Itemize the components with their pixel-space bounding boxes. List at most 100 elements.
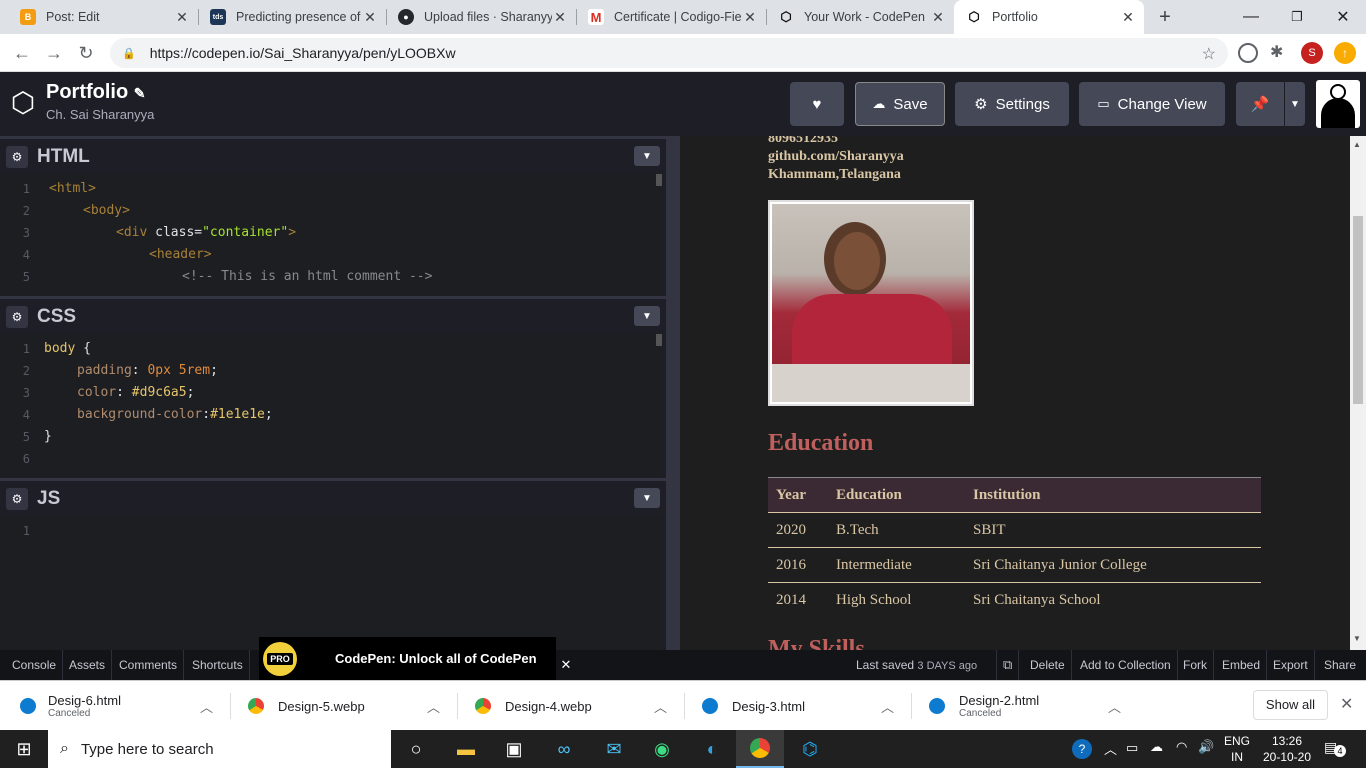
chevron-up-icon[interactable]: ▲ [1353,140,1361,149]
update-icon[interactable]: ↑ [1334,42,1356,64]
close-icon[interactable]: ✕ [552,9,568,26]
file-explorer-icon[interactable]: ▬ [442,730,490,768]
export-button[interactable]: Export [1267,650,1315,680]
pen-title[interactable]: Portfolio [46,81,128,103]
download-item[interactable]: Desig-3.html ︿ [702,681,902,731]
star-icon[interactable]: ☆ [1202,44,1216,64]
change-view-button[interactable]: ▭ Change View [1079,82,1225,126]
scrollbar[interactable] [656,174,662,186]
assets-button[interactable]: Assets [63,650,113,680]
chevron-up-icon[interactable]: ︿ [427,697,440,716]
tab-predicting[interactable]: tds Predicting presence of ✕ [198,0,386,34]
extension-icon[interactable] [1238,43,1258,63]
codepen-logo-icon[interactable]: ⬡ [8,88,38,118]
minimize-button[interactable]: — [1228,0,1274,34]
close-icon[interactable]: ✕ [558,657,574,673]
close-icon[interactable]: ✕ [742,9,758,26]
new-tab-button[interactable]: + [1152,4,1178,30]
html-code-editor[interactable]: 1 <html> 2 <body> 3 <div class="container">… [0,174,662,295]
close-icon[interactable]: ✕ [1340,694,1353,714]
chevron-down-icon[interactable]: ▼ [634,488,660,508]
notifications-icon[interactable]: ▤ 4 [1324,739,1346,757]
puzzle-icon[interactable]: ✱ [1270,42,1283,62]
url-input[interactable]: 🔒 https://codepen.io/Sai_Sharanyya/pen/y… [110,38,1228,68]
download-item[interactable]: Desig-6.html Canceled ︿ [20,681,220,731]
chevron-up-icon[interactable]: ︿ [200,697,213,716]
embed-button[interactable]: Embed [1216,650,1268,680]
windows-start-icon[interactable]: ⊞ [0,730,48,768]
close-icon[interactable]: ✕ [174,9,190,26]
scrollbar[interactable] [656,334,662,346]
gear-icon[interactable]: ⚙ [6,145,28,168]
pencil-icon[interactable]: ✎ [134,85,146,101]
battery-icon[interactable]: ▭ [1126,740,1138,756]
settings-button[interactable]: ⚙ Settings [955,82,1069,126]
tab-post-edit[interactable]: B Post: Edit ✕ [8,0,198,34]
download-item[interactable]: Design-5.webp ︿ [248,681,448,731]
taskbar-search[interactable]: ⌕ Type here to search [48,730,391,768]
cortana-icon[interactable]: ○ [392,730,440,768]
chevron-down-icon[interactable]: ▼ [634,306,660,326]
download-item[interactable]: Design-4.webp ︿ [475,681,675,731]
maximize-button[interactable]: ❐ [1274,0,1320,34]
close-icon[interactable]: ✕ [1120,9,1136,26]
chrome-icon[interactable] [736,730,784,768]
avatar[interactable]: S [1301,42,1323,64]
pin-dropdown-button[interactable]: ▼ [1285,82,1305,126]
gear-icon[interactable]: ⚙ [6,487,28,510]
show-all-button[interactable]: Show all [1253,690,1328,720]
promo-text: CodePen: Unlock all of CodePen [335,651,537,666]
back-button[interactable]: ← [10,41,34,65]
network-icon[interactable]: ☁ [1150,739,1163,755]
download-item[interactable]: Design-2.html Canceled ︿ [929,681,1129,731]
gear-icon[interactable]: ⚙ [6,305,28,328]
chevron-down-icon[interactable]: ▼ [634,146,660,166]
infinity-app-icon[interactable]: ∞ [540,730,588,768]
chevron-up-icon[interactable]: ︿ [1108,697,1121,716]
vscode-icon[interactable]: ⌬ [786,730,834,768]
page-title[interactable]: Portfolio ✎ [46,81,146,104]
scrollbar-thumb[interactable] [1353,216,1363,404]
fork-button[interactable]: Fork [1177,650,1214,680]
share-button[interactable]: Share [1318,650,1362,680]
user-avatar[interactable] [1316,80,1360,128]
table-cell: 2016 [776,556,806,573]
console-button[interactable]: Console [6,650,64,680]
save-button[interactable]: ☁ Save [855,82,945,126]
delete-button[interactable]: Delete [1024,650,1072,680]
input-language[interactable]: ENG IN [1224,733,1250,765]
pin-button[interactable]: 📌 [1236,82,1284,126]
css-code-editor[interactable]: 1 body { 2 padding: 0px 5rem; 3 color: #d9c… [0,334,662,477]
tab-your-work[interactable]: ⬡ Your Work - CodePen ✕ [766,0,954,34]
mail-icon[interactable]: ✉ [590,730,638,768]
speaker-icon[interactable]: 🔊 [1198,739,1214,755]
add-collection-button[interactable]: Add to Collection [1074,650,1178,680]
maps-icon[interactable]: ◉ [638,730,686,768]
close-icon[interactable]: ✕ [930,9,946,26]
reload-button[interactable]: ↻ [74,41,98,65]
close-icon[interactable]: ✕ [362,9,378,26]
preview-scrollbar[interactable]: ▲ ▼ [1350,136,1366,650]
pro-promo-banner[interactable]: PRO CodePen: Unlock all of CodePen [259,637,556,680]
heart-button[interactable]: ♥ [790,82,844,126]
comments-button[interactable]: Comments [113,650,185,680]
author-name[interactable]: Ch. Sai Sharanyya [46,107,154,122]
store-icon[interactable]: ▣ [490,730,538,768]
close-window-button[interactable]: ✕ [1320,0,1366,34]
resize-divider[interactable] [666,136,680,650]
tab-github-upload[interactable]: ● Upload files · Sharanyya ✕ [386,0,576,34]
js-code-editor[interactable]: 1 [0,516,662,650]
open-external-button[interactable]: ⧉ [996,650,1020,680]
wifi-icon[interactable]: ◠ [1176,739,1187,755]
chevron-up-icon[interactable]: ︿ [1104,739,1117,758]
tab-gmail-certificate[interactable]: M Certificate | Codigo-Fie ✕ [576,0,766,34]
edge-icon[interactable]: ◐ [688,730,736,768]
chevron-down-icon[interactable]: ▼ [1353,634,1361,643]
chevron-up-icon[interactable]: ︿ [881,697,894,716]
help-icon[interactable]: ? [1072,739,1092,759]
forward-button[interactable]: → [42,41,66,65]
clock[interactable]: 13:26 20-10-20 [1260,733,1314,765]
shortcuts-button[interactable]: Shortcuts [186,650,250,680]
tab-portfolio[interactable]: ⬡ Portfolio ✕ [954,0,1144,34]
chevron-up-icon[interactable]: ︿ [654,697,667,716]
